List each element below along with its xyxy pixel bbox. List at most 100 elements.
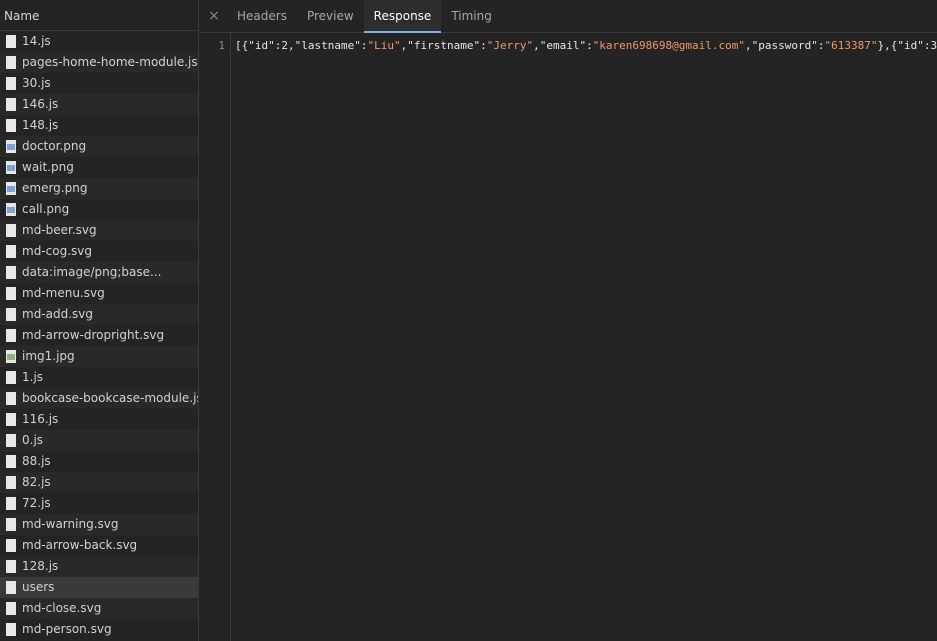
json-string-value: "karen698698@gmail.com" [592, 39, 746, 52]
request-row[interactable]: md-close.svg [0, 598, 198, 619]
request-name: 14.js [22, 34, 51, 48]
request-name: 30.js [22, 76, 51, 90]
request-row[interactable]: md-menu.svg [0, 283, 198, 304]
document-file-icon [6, 35, 16, 48]
tab-timing[interactable]: Timing [441, 0, 502, 32]
request-row[interactable]: img1.jpg [0, 346, 198, 367]
request-row[interactable]: 0.js [0, 430, 198, 451]
request-row[interactable]: md-beer.svg [0, 220, 198, 241]
json-string-value: "Jerry" [486, 39, 534, 52]
json-string-value: "613387" [824, 39, 878, 52]
document-file-icon [6, 560, 16, 573]
json-string-value: "Liu" [367, 39, 401, 52]
image-file-icon [6, 161, 16, 174]
request-name: 88.js [22, 454, 51, 468]
request-list: 14.js pages-home-home-module.js 30.js 146.j… [0, 31, 198, 640]
request-row[interactable]: doctor.png [0, 136, 198, 157]
request-name: md-warning.svg [22, 517, 119, 531]
request-row[interactable]: pages-home-home-module.js [0, 52, 198, 73]
request-row[interactable]: md-arrow-back.svg [0, 535, 198, 556]
request-name: data:image/png;base... [22, 265, 162, 279]
request-row[interactable]: md-add.svg [0, 304, 198, 325]
json-token: "email" [539, 39, 587, 52]
request-row[interactable]: 88.js [0, 451, 198, 472]
request-row[interactable]: md-person.svg [0, 619, 198, 640]
request-name: 82.js [22, 475, 51, 489]
json-token: :2, [274, 39, 295, 52]
tab-preview[interactable]: Preview [297, 0, 364, 32]
request-name: 0.js [22, 433, 44, 447]
request-name: 1.js [22, 370, 44, 384]
request-name: md-beer.svg [22, 223, 97, 237]
request-row[interactable]: 146.js [0, 94, 198, 115]
document-file-icon [6, 56, 16, 69]
request-name: md-person.svg [22, 622, 112, 636]
response-viewer[interactable]: 1 [{"id":2,"lastname":"Liu","firstname":… [199, 33, 937, 641]
name-column-header[interactable]: Name [0, 0, 198, 31]
document-file-icon [6, 266, 16, 279]
image-file-icon [6, 140, 16, 153]
document-file-icon [6, 539, 16, 552]
request-row[interactable]: 72.js [0, 493, 198, 514]
request-row[interactable]: 82.js [0, 472, 198, 493]
tabs-container: Headers Preview Response Timing [227, 0, 502, 33]
image-file-icon [6, 350, 16, 363]
request-row[interactable]: users [0, 577, 198, 598]
document-file-icon [6, 371, 16, 384]
document-file-icon [6, 497, 16, 510]
request-name: md-arrow-dropright.svg [22, 328, 165, 342]
request-name: users [22, 580, 55, 594]
json-token: "lastname" [294, 39, 361, 52]
request-row[interactable]: md-warning.svg [0, 514, 198, 535]
request-name: 148.js [22, 118, 59, 132]
json-token: : [817, 39, 825, 52]
document-file-icon [6, 518, 16, 531]
request-name: md-add.svg [22, 307, 94, 321]
document-file-icon [6, 476, 16, 489]
json-token: , [745, 39, 752, 52]
json-token: "id" [248, 39, 275, 52]
request-row[interactable]: 116.js [0, 409, 198, 430]
request-name: bookcase-bookcase-module.js [22, 391, 199, 405]
document-file-icon [6, 434, 16, 447]
image-file-icon [6, 182, 16, 195]
request-name: doctor.png [22, 139, 87, 153]
request-name: md-menu.svg [22, 286, 105, 300]
request-name: md-close.svg [22, 601, 102, 615]
request-row[interactable]: md-arrow-dropright.svg [0, 325, 198, 346]
json-token: : [586, 39, 593, 52]
request-row[interactable]: bookcase-bookcase-module.js [0, 388, 198, 409]
request-row[interactable]: 30.js [0, 73, 198, 94]
document-file-icon [6, 581, 16, 594]
detail-tab-bar: × Headers Preview Response Timing [199, 0, 937, 33]
request-row[interactable]: call.png [0, 199, 198, 220]
close-icon[interactable]: × [201, 0, 227, 32]
request-name: 146.js [22, 97, 59, 111]
request-row[interactable]: 148.js [0, 115, 198, 136]
document-file-icon [6, 119, 16, 132]
request-name: 128.js [22, 559, 59, 573]
document-file-icon [6, 287, 16, 300]
request-row[interactable]: wait.png [0, 157, 198, 178]
json-token: "firstname" [407, 39, 481, 52]
tab-response[interactable]: Response [363, 0, 442, 33]
request-name: 72.js [22, 496, 51, 510]
request-row[interactable]: data:image/png;base... [0, 262, 198, 283]
line-number-gutter: 1 [199, 33, 231, 641]
response-body-line: [{"id":2,"lastname":"Liu","firstname":"J… [235, 39, 937, 52]
line-number: 1 [218, 39, 225, 52]
request-name: 116.js [22, 412, 59, 426]
request-row[interactable]: emerg.png [0, 178, 198, 199]
request-row[interactable]: 128.js [0, 556, 198, 577]
request-list-panel: Name 14.js pages-home-home-module.js 30.js… [0, 0, 199, 641]
tab-headers[interactable]: Headers [227, 0, 297, 32]
request-row[interactable]: 14.js [0, 31, 198, 52]
request-name: md-cog.svg [22, 244, 92, 258]
json-token: : [480, 39, 487, 52]
request-name: pages-home-home-module.js [22, 55, 198, 69]
document-file-icon [6, 98, 16, 111]
document-file-icon [6, 308, 16, 321]
json-token: :3, [923, 39, 937, 52]
request-row[interactable]: md-cog.svg [0, 241, 198, 262]
request-row[interactable]: 1.js [0, 367, 198, 388]
